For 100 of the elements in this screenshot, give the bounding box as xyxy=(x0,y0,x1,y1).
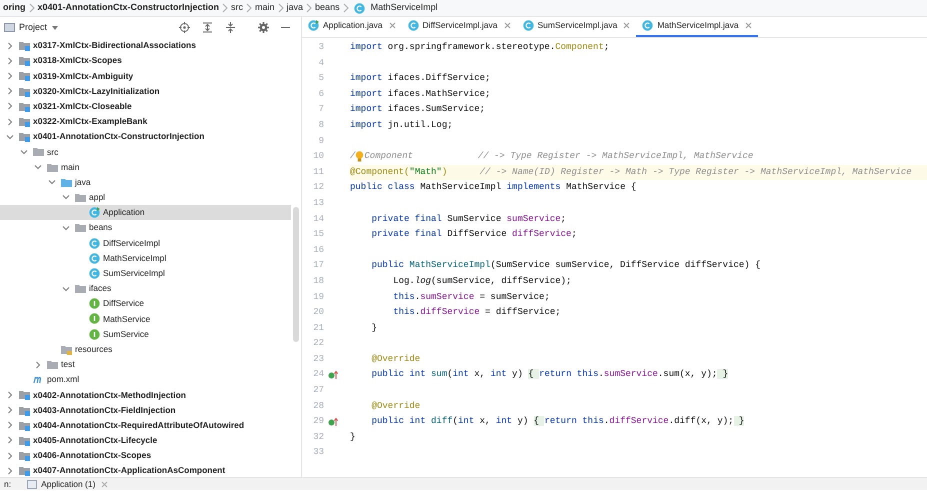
run-tab[interactable]: Application (1) xyxy=(27,478,108,490)
runnable-class-icon xyxy=(308,20,319,31)
interface-icon xyxy=(89,298,100,310)
implements-method-icon[interactable] xyxy=(328,370,338,380)
interface-icon xyxy=(89,313,100,324)
line-number: 28 xyxy=(312,400,324,413)
tree-item-label[interactable]: src xyxy=(47,146,58,158)
dropdown-caret-icon xyxy=(51,24,60,30)
breadcrumb-item[interactable]: src xyxy=(228,1,246,15)
close-icon[interactable] xyxy=(744,22,752,29)
code-text: this.diffService = diffService; xyxy=(392,306,561,320)
tree-item-label[interactable]: appl xyxy=(89,191,106,204)
folder-icon xyxy=(75,222,86,234)
tree-item-label[interactable]: x0404-AnnotationCtx-RequiredAttributeOfAutowired xyxy=(33,418,244,432)
tree-item-label[interactable]: x0321-XmlCtx-Closeable xyxy=(33,100,132,113)
breadcrumb-item[interactable]: oring xyxy=(0,1,28,15)
code-text: @Override xyxy=(370,352,420,366)
editor-tab[interactable]: MathServiceImpl.java xyxy=(636,16,758,37)
tree-item-label[interactable]: MathService xyxy=(103,312,150,326)
code-text: private final DiffService diffService; xyxy=(370,228,577,242)
code-text: public int sum(int x, int y) { return this.sumService.sum(x, y); } xyxy=(370,368,728,382)
folder-icon xyxy=(75,283,86,294)
breadcrumb-item[interactable]: main xyxy=(252,1,278,15)
module-folder-icon xyxy=(19,450,30,462)
tree-item-label[interactable]: x0406-AnnotationCtx-Scopes xyxy=(33,449,152,462)
line-number: 13 xyxy=(312,196,324,210)
breadcrumb-item[interactable]: MathServiceImpl xyxy=(368,1,441,15)
code-text: public int diff(int x, int y) { return this.diffService.diff(x, y); } xyxy=(370,415,744,428)
chevron-right-icon xyxy=(222,3,228,13)
line-number: 10 xyxy=(312,150,324,164)
tree-item-label[interactable]: SumServiceImpl xyxy=(103,267,165,280)
breadcrumb-item[interactable]: java xyxy=(284,1,306,15)
line-number: 8 xyxy=(318,118,324,132)
code-text: public MathServiceImpl(SumService sumService, DiffService diffService) { xyxy=(370,259,760,272)
editor-tab[interactable]: Application.java xyxy=(302,16,402,37)
collapse-all-icon[interactable] xyxy=(225,22,236,33)
code-text: private final SumService sumService; xyxy=(370,212,566,226)
maven-file-icon xyxy=(33,374,44,386)
chevron-down-icon[interactable] xyxy=(62,224,70,232)
tree-item-label[interactable]: x0319-XmlCtx-Ambiguity xyxy=(33,70,134,82)
source-folder-icon xyxy=(61,176,72,188)
tree-item-label[interactable]: java xyxy=(75,176,91,189)
line-number: 27 xyxy=(312,384,324,398)
code-text: } xyxy=(370,322,378,335)
tree-item-label[interactable]: x0322-XmlCtx-ExampleBank xyxy=(33,115,148,128)
tree-item-label[interactable]: SumService xyxy=(103,328,149,341)
line-number: 6 xyxy=(318,88,324,101)
breadcrumb-item[interactable]: beans xyxy=(312,1,343,15)
class-icon xyxy=(89,238,100,249)
settings-icon[interactable] xyxy=(258,22,269,33)
locate-icon[interactable] xyxy=(179,22,190,33)
breadcrumb-item[interactable]: x0401-AnnotationCtx-ConstructorInjection xyxy=(34,1,222,15)
tree-item-label[interactable]: beans xyxy=(89,221,112,234)
expand-all-icon[interactable] xyxy=(202,22,213,33)
line-number: 12 xyxy=(312,181,324,194)
editor-tab[interactable]: SumServiceImpl.java xyxy=(516,16,636,37)
tree-item-label[interactable]: x0318-XmlCtx-Scopes xyxy=(33,54,122,68)
chevron-right-icon[interactable] xyxy=(34,360,42,369)
panel-title[interactable]: Project xyxy=(19,20,48,34)
line-number: 21 xyxy=(312,322,324,335)
tree-item-label[interactable]: main xyxy=(61,160,80,174)
tree-item-label[interactable]: x0405-AnnotationCtx-Lifecycle xyxy=(33,434,158,447)
tree-item-label[interactable]: x0320-XmlCtx-LazyInitialization xyxy=(33,84,160,98)
line-number: 15 xyxy=(312,228,324,242)
line-number: 29 xyxy=(312,415,324,428)
line-number: 14 xyxy=(312,212,324,226)
tree-item-label[interactable]: x0401-AnnotationCtx-ConstructorInjection xyxy=(33,130,204,144)
line-number: 23 xyxy=(312,352,324,366)
scrollbar-thumb[interactable] xyxy=(293,207,299,342)
module-folder-icon xyxy=(19,131,30,142)
tree-item-label[interactable]: pom.xml xyxy=(47,373,80,386)
close-icon[interactable] xyxy=(504,22,510,29)
close-icon[interactable] xyxy=(388,22,396,29)
tree-item-label[interactable]: resources xyxy=(75,342,112,356)
tree-item-label[interactable]: x0403-AnnotationCtx-FieldInjection xyxy=(33,404,176,416)
tree-item-label[interactable]: MathServiceImpl xyxy=(103,252,166,265)
selected-row-highlight[interactable]: Application xyxy=(0,205,291,220)
interface-icon xyxy=(89,328,100,340)
lightbulb-icon xyxy=(355,151,364,162)
line-number: 9 xyxy=(318,134,324,148)
chevron-down-icon[interactable] xyxy=(62,284,70,293)
close-icon[interactable] xyxy=(623,22,630,29)
folder-icon xyxy=(33,146,44,158)
module-folder-icon xyxy=(19,100,30,112)
code-text: import ifaces.SumService; xyxy=(350,103,486,116)
tree-item-label[interactable]: test xyxy=(61,358,75,371)
tree-item-label[interactable]: Application xyxy=(103,206,145,220)
tree-item-label[interactable]: DiffServiceImpl xyxy=(103,236,160,250)
chevron-right-icon xyxy=(28,3,34,13)
tree-item-label[interactable]: x0317-XmlCtx-BidirectionalAssociations xyxy=(33,39,196,52)
tree-item-label[interactable]: x0407-AnnotationCtx-ApplicationAsComponent xyxy=(33,464,226,477)
tree-item-label[interactable]: DiffService xyxy=(103,297,144,310)
editor-tab[interactable]: DiffServiceImpl.java xyxy=(402,16,516,37)
tree-item-label[interactable]: ifaces xyxy=(89,282,112,295)
code-text: import org.springframework.stereotype.Component; xyxy=(350,41,610,54)
implements-method-icon[interactable] xyxy=(328,417,338,428)
line-number: 24 xyxy=(312,368,324,382)
class-icon xyxy=(89,268,100,279)
tree-item-label[interactable]: x0402-AnnotationCtx-MethodInjection xyxy=(33,388,186,402)
runnable-class-icon xyxy=(89,207,100,218)
